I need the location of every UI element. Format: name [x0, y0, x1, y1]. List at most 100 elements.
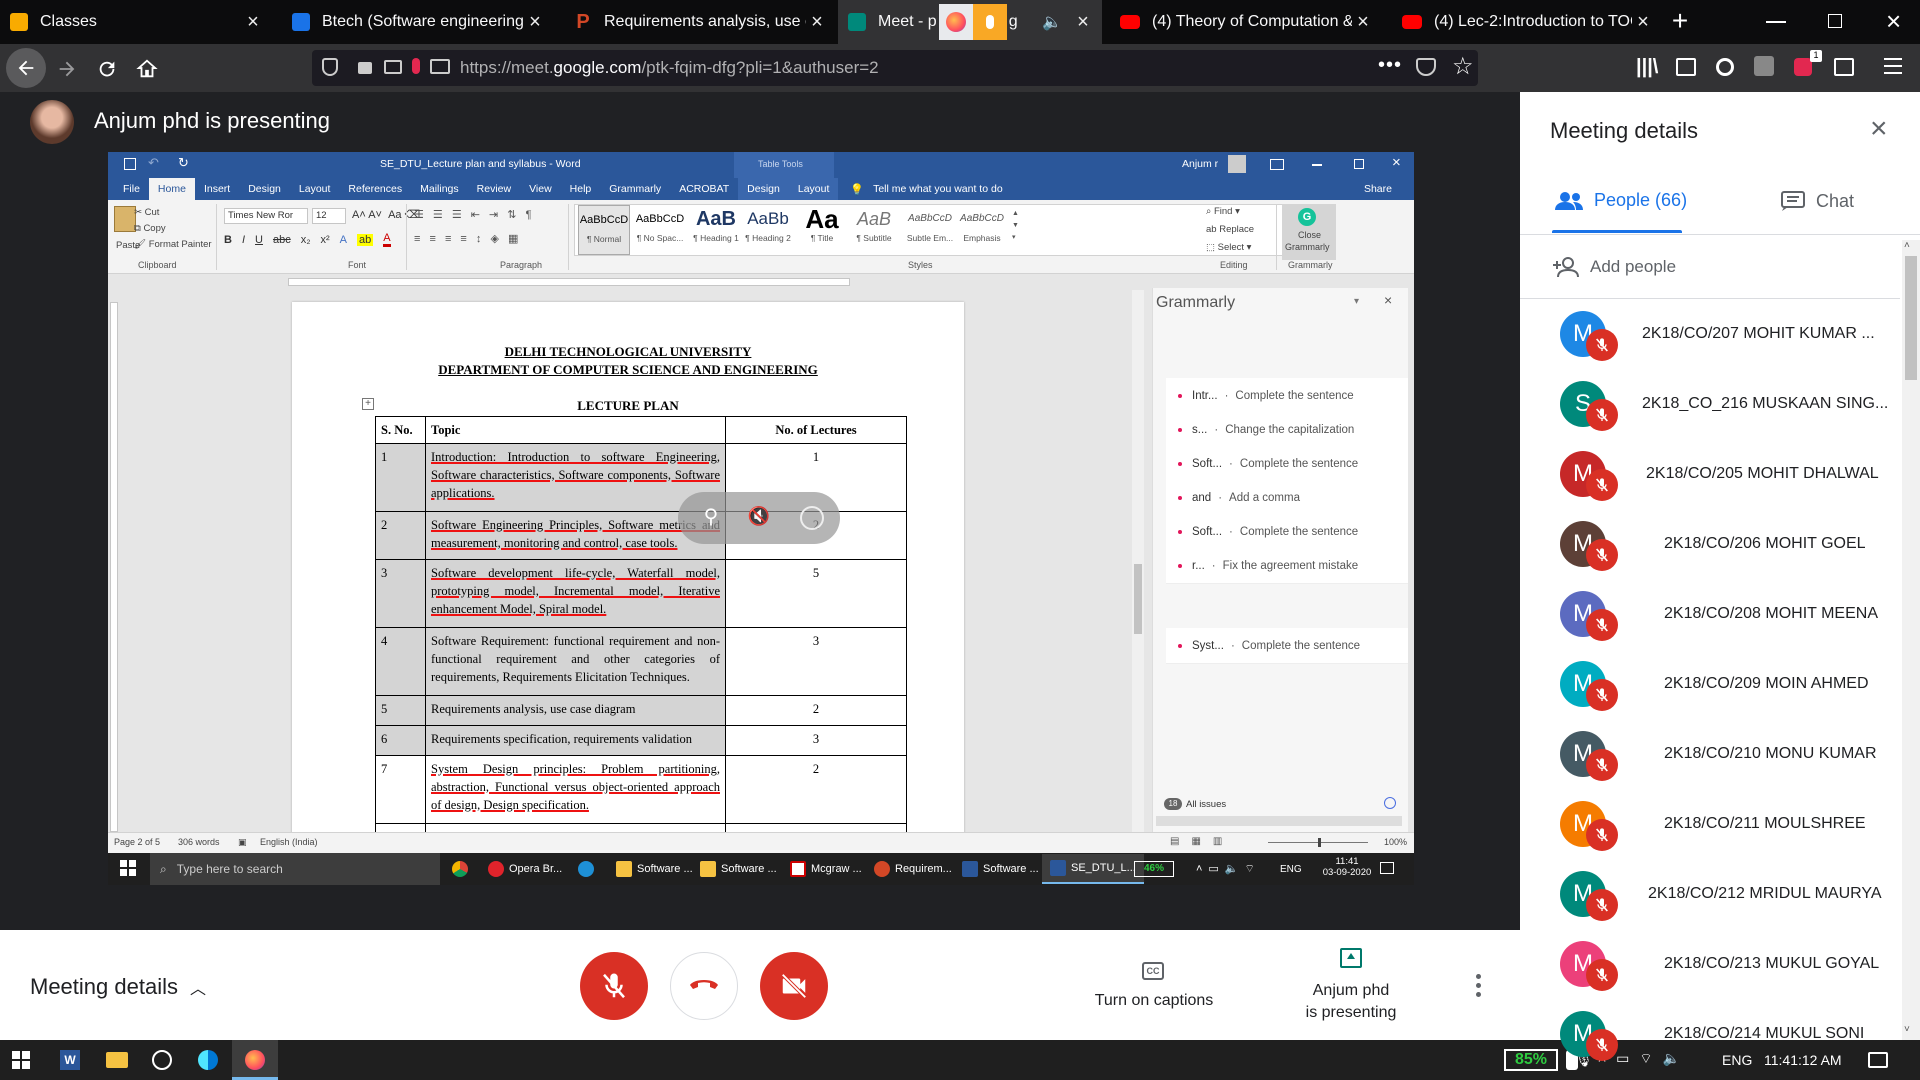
- language-status[interactable]: English (India): [260, 837, 318, 847]
- page-actions-icon[interactable]: •••: [1378, 54, 1402, 77]
- strikethrough-button[interactable]: abc: [273, 234, 291, 246]
- captions-button[interactable]: Turn on captions: [1080, 992, 1228, 1010]
- grammarly-horizontal-scrollbar[interactable]: [1156, 816, 1402, 826]
- participant-name[interactable]: 2K18/CO/209 MOIN AHMED: [1664, 675, 1869, 693]
- close-tab-icon[interactable]: ×: [1632, 11, 1654, 34]
- panel-close-icon[interactable]: ×: [1870, 112, 1888, 146]
- shared-tray-icons[interactable]: ˄▭🔈⌔: [1196, 862, 1261, 876]
- style-7[interactable]: AaBbCcD Emphasis: [956, 205, 1008, 255]
- close-tab-icon[interactable]: ×: [242, 11, 264, 34]
- document-scrollbar[interactable]: [1132, 290, 1144, 832]
- close-tab-icon[interactable]: ×: [1352, 11, 1374, 34]
- table-row[interactable]: 4 Software Requirement: functional requi…: [375, 627, 907, 696]
- style-1[interactable]: AaBbCcD ¶ No Spac...: [634, 205, 686, 255]
- participant-name[interactable]: 2K18/CO/214 MUKUL SONI: [1664, 1025, 1864, 1043]
- ribbon-tab-home[interactable]: Home: [148, 178, 195, 200]
- start-icon[interactable]: [120, 860, 136, 876]
- grammarly-suggestion[interactable]: s... · Change the capitalization: [1166, 412, 1408, 448]
- list-buttons[interactable]: ☰ ☰ ☰ ⇤ ⇥ ⇅ ¶: [414, 208, 534, 221]
- participant-name[interactable]: 2K18/CO/212 MRIDUL MAURYA: [1648, 885, 1882, 903]
- microphone-in-use-icon[interactable]: [412, 58, 420, 74]
- participant-name[interactable]: 2K18/CO/208 MOHIT MEENA: [1664, 605, 1878, 623]
- back-button[interactable]: [6, 48, 46, 88]
- style-6[interactable]: AaBbCcD Subtle Em...: [904, 205, 956, 255]
- paste-icon[interactable]: [114, 206, 136, 232]
- select-button[interactable]: ⬚ Select ▾: [1206, 242, 1251, 253]
- battery-indicator[interactable]: 85%: [1504, 1049, 1558, 1071]
- ribbon-tab-file[interactable]: File: [114, 183, 149, 195]
- presenting-status-button[interactable]: Anjum phd is presenting: [1282, 980, 1420, 1024]
- close-tab-icon[interactable]: ×: [524, 11, 546, 34]
- scroll-up-arrow[interactable]: ˄: [1904, 240, 1910, 251]
- ribbon-tab-acrobat[interactable]: ACROBAT: [670, 183, 738, 195]
- table-row[interactable]: 3 Software development life-cycle, Water…: [375, 559, 907, 628]
- ribbon-tab-layout[interactable]: Layout: [290, 183, 340, 195]
- taskbar-app-pdf[interactable]: Mcgraw ...: [790, 854, 862, 884]
- permissions-icon[interactable]: [384, 60, 402, 74]
- close-tab-icon[interactable]: ×: [806, 11, 828, 34]
- ribbon-tab-table-layout[interactable]: Layout: [788, 178, 839, 200]
- format-painter-button[interactable]: 🖌 Format Painter: [134, 239, 212, 250]
- grammarly-suggestion[interactable]: and · Add a comma: [1166, 480, 1408, 516]
- closed-captions-icon[interactable]: CC: [1142, 962, 1164, 980]
- shared-notification-icon[interactable]: [1380, 862, 1394, 874]
- find-button[interactable]: ⌕ Find ▾: [1206, 206, 1240, 217]
- grammarly-suggestion[interactable]: Soft... · Complete the sentence: [1166, 446, 1408, 482]
- zoom-level[interactable]: 100%: [1384, 837, 1407, 847]
- ribbon-tab-insert[interactable]: Insert: [195, 183, 239, 195]
- leave-call-button[interactable]: [670, 952, 738, 1020]
- library-icon[interactable]: |||\: [1636, 56, 1658, 79]
- table-row[interactable]: 6 Requirements specification, requiremen…: [375, 725, 907, 756]
- screenshot-icon[interactable]: [1834, 58, 1854, 76]
- new-tab-button[interactable]: +: [1666, 7, 1694, 36]
- url-text[interactable]: https://meet. google.com/ptk-fqim-dfg?pli…: [460, 56, 879, 80]
- screen-share-in-use-icon[interactable]: [430, 59, 450, 74]
- restore-window-button[interactable]: [1828, 14, 1842, 28]
- microphone-toggle-button[interactable]: [580, 952, 648, 1020]
- copy-button[interactable]: ⧉ Copy: [134, 223, 166, 234]
- align-buttons[interactable]: ≡ ≡ ≡ ≡ ↕ ◈ ▦: [414, 232, 521, 245]
- whatsapp-icon[interactable]: [152, 1050, 172, 1070]
- grammarly-suggestion[interactable]: Soft... · Complete the sentence: [1166, 514, 1408, 550]
- home-button[interactable]: [134, 56, 160, 82]
- italic-button[interactable]: I: [242, 234, 245, 246]
- ribbon-tab-grammarly[interactable]: Grammarly: [600, 183, 670, 195]
- subscript-button[interactable]: x₂: [301, 234, 311, 246]
- camera-toggle-button[interactable]: [760, 952, 828, 1020]
- close-window-button[interactable]: ×: [1886, 6, 1901, 37]
- grammarly-close-icon[interactable]: ×: [1384, 292, 1392, 308]
- page-count-status[interactable]: Page 2 of 5: [114, 837, 160, 847]
- bold-button[interactable]: B: [224, 234, 232, 246]
- taskbar-app-folder-2[interactable]: Software ...: [700, 854, 777, 884]
- participant-name[interactable]: 2K18/CO/213 MUKUL GOYAL: [1664, 955, 1879, 973]
- highlight-button[interactable]: ab: [357, 233, 374, 246]
- word-close-button[interactable]: ×: [1392, 154, 1401, 171]
- present-screen-icon[interactable]: [1340, 948, 1362, 968]
- tab-meet[interactable]: Meet - p g 🔈 ×: [838, 0, 1102, 44]
- taskbar-search-box[interactable]: ⌕ Type here to search: [150, 853, 440, 885]
- ribbon-tab-view[interactable]: View: [520, 183, 561, 195]
- font-color-button[interactable]: A: [383, 232, 391, 247]
- undo-icon[interactable]: ↶: [148, 155, 159, 171]
- style-0[interactable]: AaBbCcD ¶ Normal: [578, 205, 630, 255]
- proofing-icon[interactable]: ▣: [238, 837, 247, 848]
- taskbar-app-folder-1[interactable]: Software ...: [616, 854, 693, 884]
- share-button[interactable]: Share: [1364, 183, 1392, 195]
- forward-button[interactable]: [54, 56, 80, 82]
- document-scrollbar-thumb[interactable]: [1134, 564, 1142, 634]
- redo-icon[interactable]: ↻: [178, 155, 189, 171]
- ribbon-tab-table-design[interactable]: Design: [738, 178, 789, 200]
- tab-classes[interactable]: Classes ×: [0, 0, 272, 44]
- ribbon-tab-design[interactable]: Design: [239, 183, 290, 195]
- ribbon-tab-review[interactable]: Review: [468, 183, 520, 195]
- more-options-icon[interactable]: [1476, 974, 1482, 997]
- table-row[interactable]: 7 System Design principles: Problem part…: [375, 755, 907, 824]
- all-issues-link[interactable]: All issues: [1186, 799, 1226, 810]
- participant-name[interactable]: 2K18_CO_216 MUSKAAN SING...: [1642, 395, 1888, 413]
- hamburger-menu-icon[interactable]: [1884, 58, 1902, 74]
- shared-battery-indicator[interactable]: 46%: [1134, 861, 1174, 877]
- reload-button[interactable]: [94, 56, 120, 82]
- style-4[interactable]: Aa ¶ Title: [796, 205, 848, 255]
- mute-overlay-icon[interactable]: 🔇: [746, 506, 772, 532]
- microphone-sharing-icon[interactable]: [972, 4, 1007, 40]
